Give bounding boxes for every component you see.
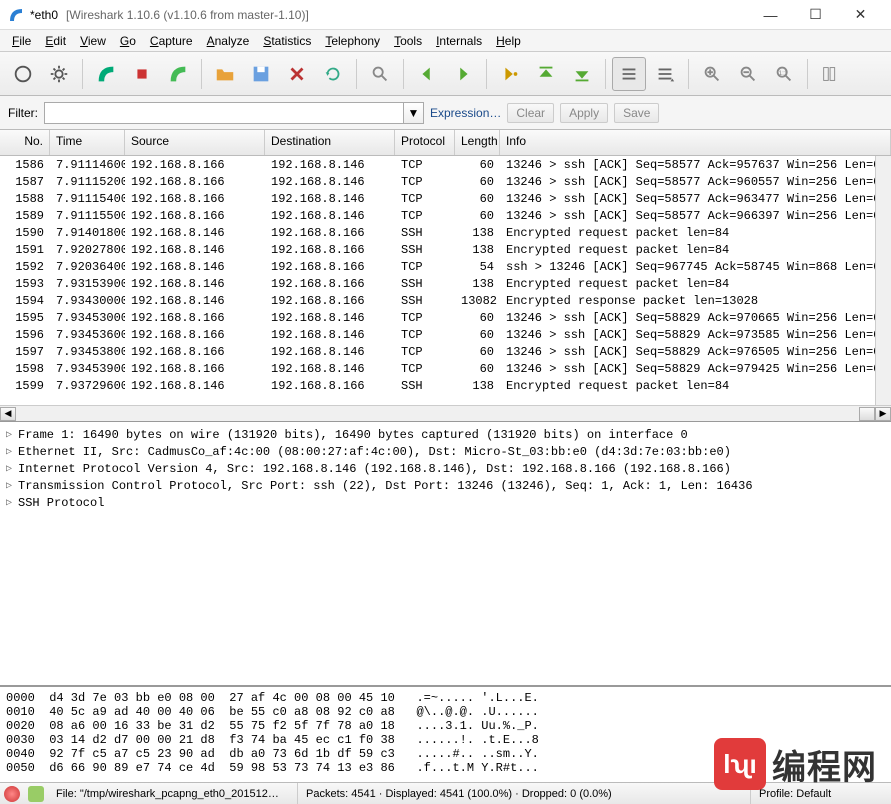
packet-row[interactable]: 15877.911152000192.168.8.166192.168.8.14… (0, 173, 891, 190)
packet-row[interactable]: 15987.934539000192.168.8.166192.168.8.14… (0, 360, 891, 377)
clear-button[interactable]: Clear (507, 103, 554, 123)
vscrollbar[interactable] (875, 156, 891, 405)
packet-list-body[interactable]: 15867.911146000192.168.8.166192.168.8.14… (0, 156, 891, 405)
col-source[interactable]: Source (125, 130, 265, 155)
statusbar: File: "/tmp/wireshark_pcapng_eth0_201512… (0, 782, 891, 804)
expand-icon[interactable]: ▷ (6, 463, 18, 475)
find-icon[interactable] (363, 57, 397, 91)
last-icon[interactable] (565, 57, 599, 91)
hex-dump-pane[interactable]: 0000 d4 3d 7e 03 bb e0 08 00 27 af 4c 00… (0, 686, 891, 782)
first-icon[interactable] (529, 57, 563, 91)
scroll-thumb[interactable] (859, 407, 875, 421)
zoom-reset-icon[interactable]: 1:1 (767, 57, 801, 91)
col-length[interactable]: Length (455, 130, 500, 155)
filter-dropdown-icon[interactable]: ▼ (404, 102, 424, 124)
interfaces-icon[interactable] (6, 57, 40, 91)
packet-row[interactable]: 15957.934530000192.168.8.166192.168.8.14… (0, 309, 891, 326)
close-file-icon[interactable] (280, 57, 314, 91)
col-time[interactable]: Time (50, 130, 125, 155)
expand-icon[interactable]: ▷ (6, 497, 18, 509)
start-capture-icon[interactable] (89, 57, 123, 91)
expand-icon[interactable]: ▷ (6, 446, 18, 458)
expert-info-icon[interactable] (4, 786, 20, 802)
packet-list-header: No. Time Source Destination Protocol Len… (0, 130, 891, 156)
zoom-in-icon[interactable] (695, 57, 729, 91)
packet-row[interactable]: 15977.934538000192.168.8.166192.168.8.14… (0, 343, 891, 360)
window-title: *eth0 (30, 8, 58, 22)
col-protocol[interactable]: Protocol (395, 130, 455, 155)
close-button[interactable]: ✕ (838, 1, 883, 29)
status-file: File: "/tmp/wireshark_pcapng_eth0_201512… (48, 783, 298, 804)
menu-internals[interactable]: Internals (430, 32, 488, 50)
expand-icon[interactable]: ▷ (6, 480, 18, 492)
menu-statistics[interactable]: Statistics (257, 32, 317, 50)
stop-capture-icon[interactable] (125, 57, 159, 91)
minimize-button[interactable]: — (748, 1, 793, 29)
filter-input[interactable] (44, 102, 404, 124)
menu-capture[interactable]: Capture (144, 32, 199, 50)
packet-row[interactable]: 15887.911154000192.168.8.166192.168.8.14… (0, 190, 891, 207)
expand-icon[interactable]: ▷ (6, 429, 18, 441)
detail-line[interactable]: ▷Ethernet II, Src: CadmusCo_af:4c:00 (08… (6, 443, 885, 460)
filter-toolbar: Filter: ▼ Expression… Clear Apply Save (0, 96, 891, 130)
menu-analyze[interactable]: Analyze (201, 32, 256, 50)
save-icon[interactable] (244, 57, 278, 91)
packet-row[interactable]: 15917.920278000192.168.8.146192.168.8.16… (0, 241, 891, 258)
scroll-right-icon[interactable]: ▶ (875, 407, 891, 421)
menu-view[interactable]: View (74, 32, 112, 50)
detail-line[interactable]: ▷Transmission Control Protocol, Src Port… (6, 477, 885, 494)
window-subtitle: [Wireshark 1.10.6 (v1.10.6 from master-1… (66, 8, 309, 22)
back-icon[interactable] (410, 57, 444, 91)
menu-telephony[interactable]: Telephony (319, 32, 386, 50)
status-packets: Packets: 4541 · Displayed: 4541 (100.0%)… (298, 783, 751, 804)
packet-row[interactable]: 15967.934536000192.168.8.166192.168.8.14… (0, 326, 891, 343)
menu-tools[interactable]: Tools (388, 32, 428, 50)
hscrollbar[interactable]: ◀ ▶ (0, 405, 891, 421)
titlebar: *eth0 [Wireshark 1.10.6 (v1.10.6 from ma… (0, 0, 891, 30)
resize-cols-icon[interactable] (814, 57, 848, 91)
packet-row[interactable]: 15907.914018000192.168.8.146192.168.8.16… (0, 224, 891, 241)
restart-capture-icon[interactable] (161, 57, 195, 91)
packet-row[interactable]: 15937.931539000192.168.8.146192.168.8.16… (0, 275, 891, 292)
detail-line[interactable]: ▷Internet Protocol Version 4, Src: 192.1… (6, 460, 885, 477)
packet-row[interactable]: 15997.937296000192.168.8.146192.168.8.16… (0, 377, 891, 394)
app-fin-icon (8, 7, 24, 23)
open-icon[interactable] (208, 57, 242, 91)
scroll-left-icon[interactable]: ◀ (0, 407, 16, 421)
detail-line[interactable]: ▷Frame 1: 16490 bytes on wire (131920 bi… (6, 426, 885, 443)
apply-button[interactable]: Apply (560, 103, 608, 123)
expression-link[interactable]: Expression… (430, 106, 501, 120)
colorize-icon[interactable] (612, 57, 646, 91)
save-filter-button[interactable]: Save (614, 103, 659, 123)
zoom-out-icon[interactable] (731, 57, 765, 91)
menu-file[interactable]: File (6, 32, 37, 50)
filter-label: Filter: (8, 106, 38, 120)
capture-comment-icon[interactable] (28, 786, 44, 802)
detail-line[interactable]: ▷SSH Protocol (6, 494, 885, 511)
menu-go[interactable]: Go (114, 32, 142, 50)
col-destination[interactable]: Destination (265, 130, 395, 155)
packet-row[interactable]: 15897.911155000192.168.8.166192.168.8.14… (0, 207, 891, 224)
packet-list-pane: No. Time Source Destination Protocol Len… (0, 130, 891, 422)
packet-row[interactable]: 15867.911146000192.168.8.166192.168.8.14… (0, 156, 891, 173)
main-toolbar: 1:1 (0, 52, 891, 96)
col-info[interactable]: Info (500, 130, 891, 155)
menu-help[interactable]: Help (490, 32, 527, 50)
menubar: FileEditViewGoCaptureAnalyzeStatisticsTe… (0, 30, 891, 52)
packet-details-pane[interactable]: ▷Frame 1: 16490 bytes on wire (131920 bi… (0, 422, 891, 686)
col-no[interactable]: No. (0, 130, 50, 155)
status-profile[interactable]: Profile: Default (751, 783, 891, 804)
options-icon[interactable] (42, 57, 76, 91)
forward-icon[interactable] (446, 57, 480, 91)
maximize-button[interactable]: ☐ (793, 1, 838, 29)
goto-icon[interactable] (493, 57, 527, 91)
autoscroll-icon[interactable] (648, 57, 682, 91)
packet-row[interactable]: 15927.920364000192.168.8.146192.168.8.16… (0, 258, 891, 275)
menu-edit[interactable]: Edit (39, 32, 72, 50)
svg-text:1:1: 1:1 (779, 69, 788, 76)
reload-icon[interactable] (316, 57, 350, 91)
packet-row[interactable]: 15947.934300000192.168.8.146192.168.8.16… (0, 292, 891, 309)
